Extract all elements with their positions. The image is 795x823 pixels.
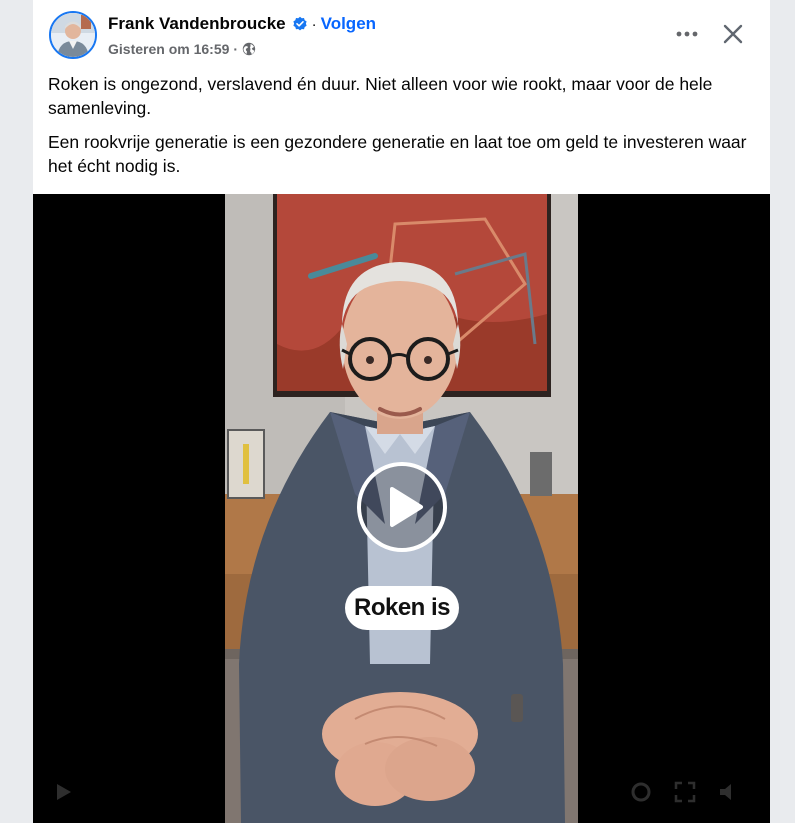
author-row: Frank Vandenbroucke · Volgen bbox=[108, 13, 376, 35]
avatar-photo bbox=[51, 13, 95, 57]
more-options-icon bbox=[676, 31, 698, 37]
post-timestamp[interactable]: Gisteren om 16:59 bbox=[108, 41, 229, 57]
post-meta: Gisteren om 16:59 · bbox=[108, 40, 256, 58]
close-icon bbox=[723, 24, 743, 44]
separator-dot: · bbox=[311, 15, 317, 33]
facebook-post: Frank Vandenbroucke · Volgen Gisteren om… bbox=[33, 0, 770, 823]
video-player[interactable]: Roken is bbox=[33, 194, 770, 823]
post-text: Roken is ongezond, verslavend én duur. N… bbox=[48, 72, 758, 188]
settings-icon[interactable] bbox=[629, 780, 653, 804]
video-caption: Roken is bbox=[345, 586, 459, 630]
play-button[interactable] bbox=[357, 462, 447, 552]
post-paragraph: Roken is ongezond, verslavend én duur. N… bbox=[48, 74, 713, 118]
volume-icon[interactable] bbox=[717, 780, 741, 804]
post-header: Frank Vandenbroucke · Volgen Gisteren om… bbox=[33, 0, 770, 70]
author-avatar[interactable] bbox=[49, 11, 97, 59]
globe-icon[interactable] bbox=[242, 42, 256, 56]
fullscreen-icon[interactable] bbox=[673, 780, 697, 804]
verified-badge-icon bbox=[292, 16, 308, 32]
close-button[interactable] bbox=[715, 16, 751, 52]
post-paragraph: Een rookvrije generatie is een gezondere… bbox=[48, 132, 747, 176]
meta-separator: · bbox=[233, 41, 239, 57]
play-control-icon[interactable] bbox=[51, 780, 75, 804]
author-name[interactable]: Frank Vandenbroucke bbox=[108, 14, 286, 34]
play-icon bbox=[390, 487, 423, 527]
follow-button[interactable]: Volgen bbox=[321, 14, 376, 34]
more-options-button[interactable] bbox=[669, 18, 705, 50]
